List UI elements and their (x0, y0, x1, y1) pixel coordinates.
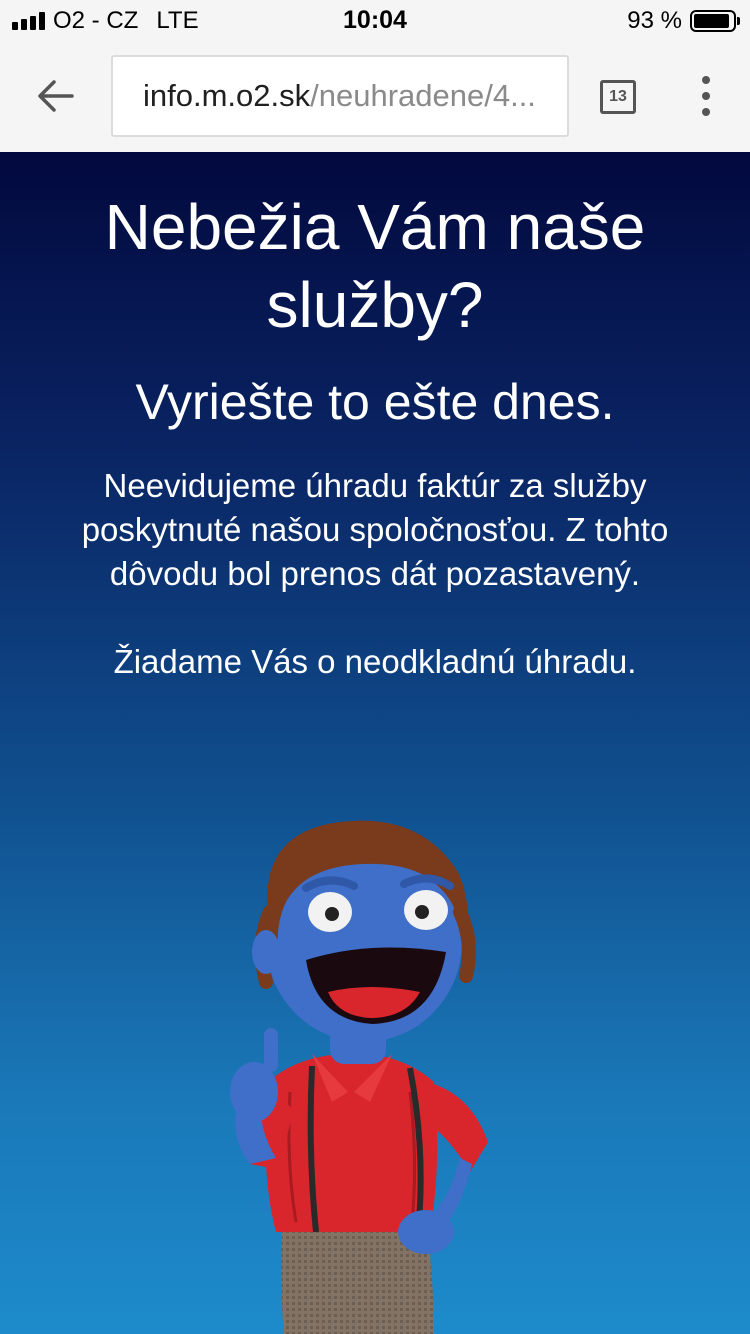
page-content: Nebežia Vám naše služby? Vyriešte to ešt… (0, 152, 750, 1334)
url-host: info.m.o2.sk (143, 78, 311, 113)
page-body-text: Neevidujeme úhradu faktúr za služby posk… (81, 467, 669, 592)
puppet-mascot-image (230, 820, 488, 1334)
battery-percentage: 93 % (627, 7, 682, 34)
payment-request-text: Žiadame Vás o neodkladnú úhradu. (113, 643, 637, 680)
battery-icon (690, 10, 740, 32)
more-vert-icon[interactable] (690, 76, 722, 116)
browser-toolbar: info.m.o2.sk/neuhradene/4... 13 (0, 40, 750, 152)
tab-count: 13 (609, 88, 627, 105)
arrow-left-icon (38, 80, 74, 112)
back-button[interactable] (30, 70, 82, 122)
status-right: 93 % (627, 7, 740, 35)
tab-switcher-button[interactable]: 13 (600, 80, 636, 114)
url-path: /neuhradene/4... (310, 78, 536, 113)
address-bar[interactable]: info.m.o2.sk/neuhradene/4... (111, 55, 569, 137)
page-subheadline: Vyriešte to ešte dnes. (135, 374, 615, 430)
page-headline: Nebežia Vám naše služby? (104, 191, 646, 341)
battery-level (694, 14, 730, 28)
status-bar: O2 - CZ LTE 10:04 93 % (0, 0, 750, 40)
